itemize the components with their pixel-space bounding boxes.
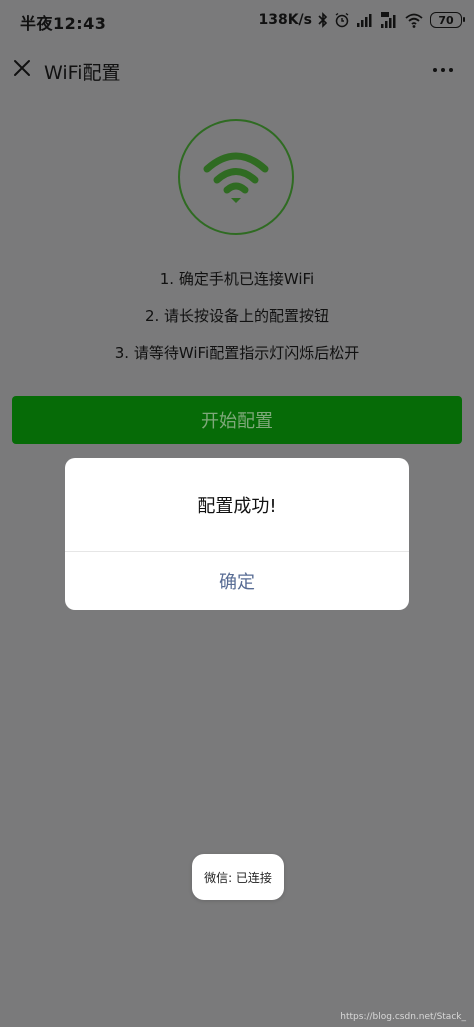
- battery-icon: 70: [430, 12, 465, 28]
- status-icons: 138K/s 70: [258, 10, 465, 30]
- more-button[interactable]: [430, 60, 456, 80]
- network-speed: 138K/s: [258, 12, 312, 28]
- page-title: WiFi配置: [44, 62, 121, 84]
- signal-hd-icon: [380, 12, 398, 28]
- wifi-icon: [404, 13, 424, 28]
- toast-text: 微信: 已连接: [204, 870, 272, 885]
- close-icon: [14, 60, 30, 76]
- wifi-status-circle: [178, 119, 294, 235]
- battery-level: 70: [438, 13, 454, 27]
- wifi-icon: [203, 152, 269, 203]
- signal-icon: [356, 13, 374, 27]
- step-1: 1. 确定手机已连接WiFi: [159, 270, 315, 288]
- alarm-icon: [334, 12, 350, 28]
- step-2: 2. 请长按设备上的配置按钮: [144, 307, 330, 325]
- dialog-message: 配置成功!: [197, 496, 277, 517]
- bluetooth-icon: [318, 12, 328, 28]
- more-icon-dot: [449, 68, 453, 72]
- status-bar: 半夜12:43 138K/s 70: [0, 0, 474, 40]
- status-time: 半夜12:43: [20, 14, 107, 33]
- toast: 微信: 已连接: [192, 854, 284, 900]
- nav-bar: WiFi配置: [0, 48, 474, 92]
- step-3: 3. 请等待WiFi配置指示灯闪烁后松开: [114, 344, 360, 362]
- start-config-button[interactable]: 开始配置: [12, 396, 462, 444]
- confirm-button[interactable]: 确定: [65, 552, 409, 610]
- more-icon-dot: [441, 68, 445, 72]
- more-icon-dot: [433, 68, 437, 72]
- close-button[interactable]: [10, 56, 34, 80]
- watermark: https://blog.csdn.net/Stack_: [340, 1012, 466, 1022]
- success-dialog: 配置成功! 确定: [65, 458, 409, 610]
